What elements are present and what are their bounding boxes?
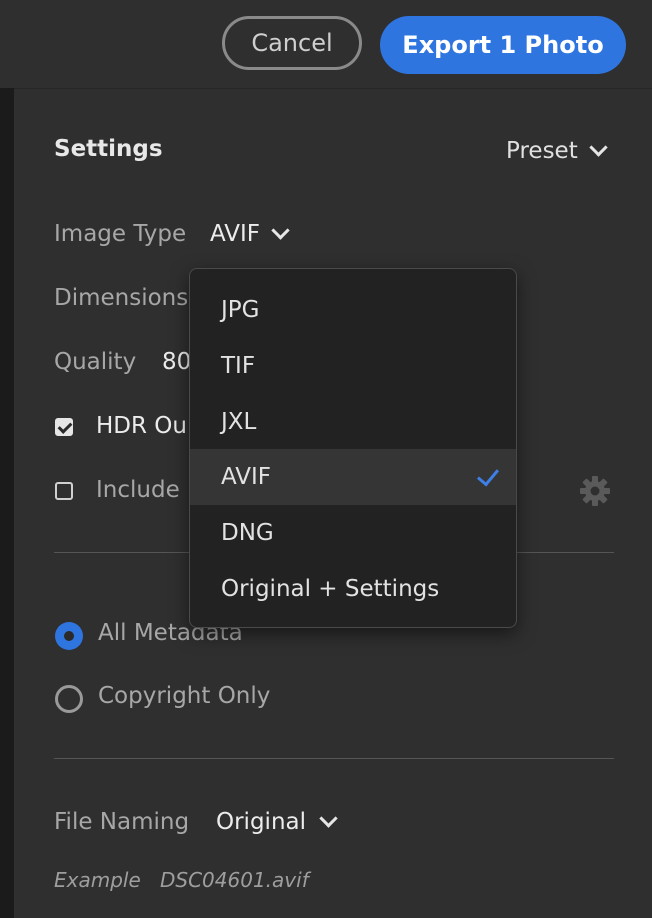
include-label: Include (96, 477, 180, 503)
dialog-header: Cancel Export 1 Photo (0, 0, 652, 89)
menu-item-avif[interactable]: AVIF (190, 449, 516, 505)
menu-item-label: AVIF (221, 464, 272, 490)
file-naming-select[interactable]: Original (216, 808, 338, 835)
chevron-down-icon (319, 808, 338, 828)
all-metadata-radio[interactable] (55, 622, 83, 650)
chevron-down-icon (271, 220, 290, 240)
settings-title: Settings (54, 136, 163, 162)
file-naming-label: File Naming (54, 809, 190, 835)
menu-item-tif[interactable]: TIF (190, 338, 516, 394)
menu-item-label: TIF (221, 353, 256, 379)
menu-item-label: Original + Settings (221, 576, 440, 602)
copyright-only-radio[interactable] (55, 685, 83, 713)
menu-item-label: DNG (221, 520, 274, 546)
side-strip (0, 88, 14, 918)
section-divider (54, 758, 614, 759)
file-naming-value: Original (216, 809, 307, 835)
hdr-output-checkbox[interactable] (55, 418, 73, 436)
export-dialog: Cancel Export 1 Photo Settings Preset Im… (0, 0, 652, 918)
menu-item-label: JXL (221, 409, 257, 435)
copyright-only-label: Copyright Only (98, 683, 271, 709)
menu-item-original-settings[interactable]: Original + Settings (190, 561, 516, 617)
hdr-output-label: HDR Ou (96, 413, 187, 439)
quality-label: Quality (54, 349, 137, 375)
image-type-value: AVIF (210, 221, 261, 247)
preset-label: Preset (506, 138, 578, 164)
export-button[interactable]: Export 1 Photo (380, 16, 626, 74)
cancel-button[interactable]: Cancel (222, 16, 362, 70)
image-type-label: Image Type (54, 221, 187, 247)
include-checkbox[interactable] (55, 482, 73, 500)
image-type-select[interactable]: AVIF (210, 220, 290, 247)
preset-dropdown[interactable]: Preset (506, 137, 608, 164)
example-filename: DSC04601.avif (160, 868, 309, 892)
menu-item-dng[interactable]: DNG (190, 505, 516, 561)
example-label: Example (54, 868, 141, 892)
checkmark-icon (476, 463, 500, 487)
quality-value[interactable]: 80 (162, 349, 191, 375)
dimensions-label: Dimensions (54, 285, 189, 311)
image-type-menu: JPG TIF JXL AVIF DNG Original + Settings (189, 268, 517, 628)
menu-item-label: JPG (221, 297, 260, 323)
menu-item-jxl[interactable]: JXL (190, 394, 516, 450)
chevron-down-icon (589, 137, 608, 157)
gear-icon[interactable] (578, 474, 612, 508)
menu-item-jpg[interactable]: JPG (190, 282, 516, 338)
